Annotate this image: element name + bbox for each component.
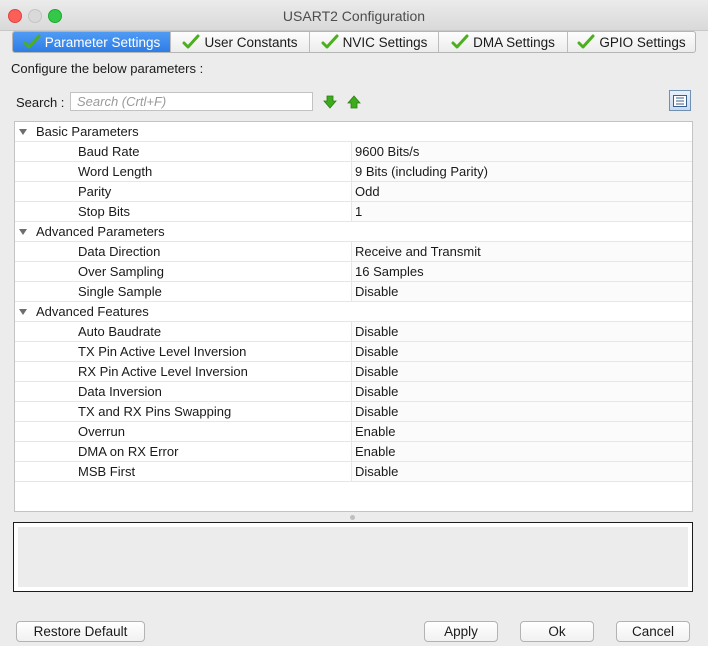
splitter-handle[interactable]: [350, 515, 355, 520]
expand-triangle-icon[interactable]: [19, 309, 27, 315]
expand-triangle-icon[interactable]: [19, 129, 27, 135]
tab-label: GPIO Settings: [599, 34, 686, 50]
param-name: Data Inversion: [78, 384, 162, 399]
param-name: TX and RX Pins Swapping: [78, 404, 232, 419]
param-value[interactable]: Disable: [355, 344, 398, 359]
param-value[interactable]: Odd: [355, 184, 380, 199]
table-row[interactable]: DMA on RX Error Enable: [15, 442, 692, 462]
param-name: Word Length: [78, 164, 153, 179]
tab-label: DMA Settings: [473, 34, 555, 50]
arrow-up-icon[interactable]: [347, 95, 361, 109]
param-name: Stop Bits: [78, 204, 131, 219]
tab-user-constants[interactable]: User Constants: [171, 32, 310, 52]
table-row[interactable]: Parity Odd: [15, 182, 692, 202]
group-row-advanced-parameters[interactable]: Advanced Parameters: [15, 222, 692, 242]
param-value[interactable]: Disable: [355, 384, 398, 399]
param-name: DMA on RX Error: [78, 444, 179, 459]
table-row[interactable]: RX Pin Active Level Inversion Disable: [15, 362, 692, 382]
param-value[interactable]: 9 Bits (including Parity): [355, 164, 488, 179]
ok-button[interactable]: Ok: [520, 621, 594, 642]
param-name: MSB First: [78, 464, 136, 479]
param-name: TX Pin Active Level Inversion: [78, 344, 247, 359]
param-name: Over Sampling: [78, 264, 164, 279]
tab-bar: Parameter Settings User Constants NVIC S…: [12, 31, 696, 53]
param-value[interactable]: 16 Samples: [355, 264, 424, 279]
check-icon: [577, 34, 595, 49]
check-icon: [451, 34, 469, 49]
table-row[interactable]: Stop Bits 1: [15, 202, 692, 222]
param-name: Overrun: [78, 424, 125, 439]
list-view-button[interactable]: [669, 90, 691, 111]
table-row[interactable]: TX and RX Pins Swapping Disable: [15, 402, 692, 422]
param-name: Auto Baudrate: [78, 324, 162, 339]
tab-label: NVIC Settings: [342, 34, 428, 50]
param-value[interactable]: Disable: [355, 284, 398, 299]
param-value[interactable]: Disable: [355, 404, 398, 419]
description-area: [18, 527, 688, 587]
table-row[interactable]: Data Direction Receive and Transmit: [15, 242, 692, 262]
group-label: Basic Parameters: [36, 124, 139, 139]
param-name: RX Pin Active Level Inversion: [78, 364, 248, 379]
tab-dma-settings[interactable]: DMA Settings: [439, 32, 568, 52]
table-row[interactable]: Word Length 9 Bits (including Parity): [15, 162, 692, 182]
group-label: Advanced Parameters: [36, 224, 165, 239]
param-value[interactable]: Enable: [355, 444, 395, 459]
cancel-button[interactable]: Cancel: [616, 621, 690, 642]
expand-triangle-icon[interactable]: [19, 229, 27, 235]
tab-label: User Constants: [204, 34, 298, 50]
param-value[interactable]: Enable: [355, 424, 395, 439]
configure-label: Configure the below parameters :: [11, 61, 204, 76]
tab-nvic-settings[interactable]: NVIC Settings: [310, 32, 439, 52]
arrow-down-icon[interactable]: [323, 95, 337, 109]
tab-label: Parameter Settings: [44, 34, 161, 50]
param-value[interactable]: Disable: [355, 324, 398, 339]
check-icon: [182, 34, 200, 49]
table-row[interactable]: MSB First Disable: [15, 462, 692, 482]
param-value[interactable]: 1: [355, 204, 362, 219]
restore-default-button[interactable]: Restore Default: [16, 621, 145, 642]
param-name: Parity: [78, 184, 112, 199]
table-row[interactable]: Data Inversion Disable: [15, 382, 692, 402]
table-row[interactable]: Baud Rate 9600 Bits/s: [15, 142, 692, 162]
search-label: Search :: [16, 95, 65, 110]
param-name: Data Direction: [78, 244, 161, 259]
param-name: Single Sample: [78, 284, 162, 299]
window-title: USART2 Configuration: [282, 8, 426, 24]
param-name: Baud Rate: [78, 144, 140, 159]
search-input[interactable]: [70, 92, 313, 111]
tab-gpio-settings[interactable]: GPIO Settings: [568, 32, 695, 52]
title-bar: USART2 Configuration: [0, 0, 708, 31]
param-value[interactable]: 9600 Bits/s: [355, 144, 419, 159]
table-row[interactable]: Auto Baudrate Disable: [15, 322, 692, 342]
table-row[interactable]: Single Sample Disable: [15, 282, 692, 302]
group-row-advanced-features[interactable]: Advanced Features: [15, 302, 692, 322]
table-row[interactable]: Over Sampling 16 Samples: [15, 262, 692, 282]
param-value[interactable]: Disable: [355, 464, 398, 479]
apply-button[interactable]: Apply: [424, 621, 498, 642]
group-row-basic-parameters[interactable]: Basic Parameters: [15, 122, 692, 142]
group-label: Advanced Features: [36, 304, 149, 319]
table-row[interactable]: TX Pin Active Level Inversion Disable: [15, 342, 692, 362]
tab-parameter-settings[interactable]: Parameter Settings: [13, 32, 171, 52]
parameter-table: Basic Parameters Baud Rate 9600 Bits/s W…: [14, 121, 693, 512]
list-icon: [673, 94, 687, 107]
param-value[interactable]: Receive and Transmit: [355, 244, 481, 259]
check-icon: [321, 34, 339, 49]
description-panel: [13, 522, 693, 592]
table-row[interactable]: Overrun Enable: [15, 422, 692, 442]
param-value[interactable]: Disable: [355, 364, 398, 379]
check-icon: [23, 34, 41, 49]
